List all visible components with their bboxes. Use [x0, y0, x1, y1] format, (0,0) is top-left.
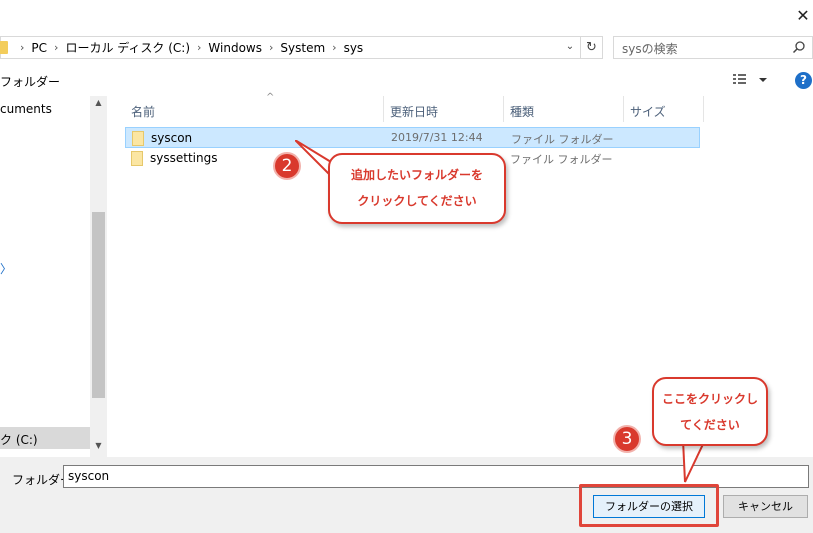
sort-caret-icon: ^ [266, 92, 275, 103]
callout-step3: ここをクリックし てください [652, 377, 768, 446]
chevron-right-icon[interactable]: › [332, 41, 336, 54]
folder-picker-dialog: ✕ › PC › ローカル ディスク (C:) › Windows › Syst… [0, 0, 813, 533]
file-name: syssettings [150, 151, 218, 165]
file-date: 2019/7/31 12:44 [391, 131, 483, 144]
cancel-button[interactable]: キャンセル [723, 495, 808, 518]
step-badge: 3 [613, 425, 641, 453]
chevron-right-icon[interactable]: › [269, 41, 273, 54]
column-header-name[interactable]: ^ 名前 [125, 92, 384, 122]
column-header-size[interactable]: サイズ [624, 96, 704, 122]
navigation-pane: cuments 〉 ク (C:) ▲ ▼ [0, 96, 107, 457]
callout-text: てください [680, 418, 740, 432]
folder-icon [0, 41, 8, 54]
chevron-right-icon[interactable]: › [197, 41, 201, 54]
refresh-icon[interactable]: ↻ [581, 36, 603, 59]
toolbar: フォルダー ? [0, 64, 813, 96]
file-type: ファイル フォルダー [511, 133, 614, 146]
callout-pointer [681, 440, 707, 483]
details-view-icon[interactable] [733, 71, 769, 89]
nav-scrollbar[interactable]: ▲ ▼ [90, 96, 107, 457]
search-placeholder: sysの検索 [622, 42, 678, 56]
breadcrumb-system[interactable]: System [280, 41, 325, 55]
breadcrumb-local-disk[interactable]: ローカル ディスク (C:) [65, 39, 190, 56]
scrollbar-thumb[interactable] [92, 212, 105, 398]
new-folder-button[interactable]: フォルダー [0, 73, 60, 90]
breadcrumb-pc[interactable]: PC [31, 41, 47, 55]
table-row[interactable]: syscon 2019/7/31 12:44 ファイル フォルダー [125, 127, 700, 148]
breadcrumb: › PC › ローカル ディスク (C:) › Windows › System… [13, 37, 363, 58]
breadcrumb-windows[interactable]: Windows [208, 41, 262, 55]
file-type: ファイル フォルダー [510, 153, 613, 166]
chevron-down-icon[interactable]: ⌄ [563, 39, 577, 55]
column-header-date[interactable]: 更新日時 [384, 96, 504, 122]
chevron-right-icon[interactable]: › [54, 41, 58, 54]
callout-text: クリックしてください [357, 194, 477, 208]
step-badge: 2 [273, 152, 301, 180]
expand-chevron-icon: 〉 [0, 262, 13, 276]
column-header-name-label: 名前 [131, 105, 156, 119]
breadcrumb-sys[interactable]: sys [344, 41, 364, 55]
callout-text: ここをクリックし [661, 392, 758, 406]
nav-item-documents[interactable]: cuments [0, 102, 52, 116]
highlight-frame [579, 484, 719, 527]
close-icon[interactable]: ✕ [793, 6, 813, 26]
scroll-up-icon[interactable]: ▲ [90, 98, 107, 112]
nav-item-local-disk[interactable]: ク (C:) [0, 427, 90, 449]
help-icon[interactable]: ? [795, 72, 812, 89]
chevron-right-icon: › [20, 41, 25, 54]
callout-step2: 追加したいフォルダーを クリックしてください [328, 153, 506, 224]
callout-text: 追加したいフォルダーを [350, 168, 483, 182]
search-input[interactable]: sysの検索 [613, 36, 813, 59]
title-bar: ✕ [0, 0, 813, 33]
column-header-type[interactable]: 種類 [504, 96, 624, 122]
file-name: syscon [151, 131, 193, 145]
address-bar[interactable]: › PC › ローカル ディスク (C:) › Windows › System… [0, 36, 581, 59]
folder-icon [131, 151, 143, 166]
search-icon[interactable] [792, 40, 806, 54]
scroll-down-icon[interactable]: ▼ [90, 441, 107, 455]
folder-icon [132, 131, 144, 146]
